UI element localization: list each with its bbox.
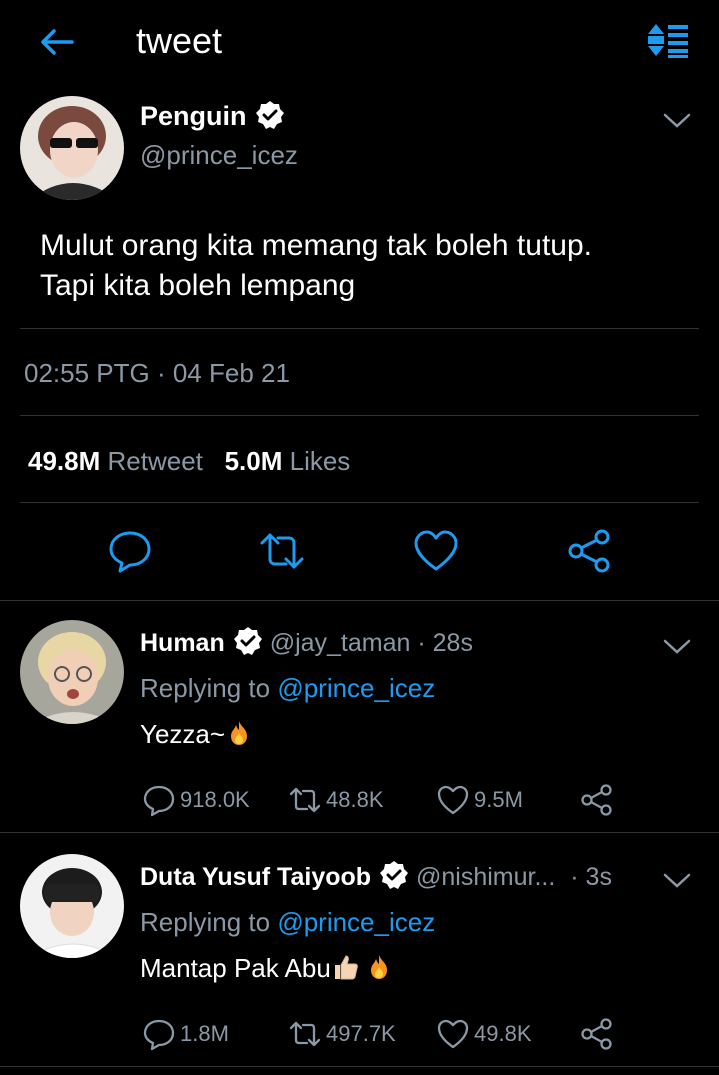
reply-count: 918.0K bbox=[180, 787, 250, 812]
like-icon bbox=[437, 785, 469, 815]
like-button[interactable]: 9.5M bbox=[436, 782, 523, 818]
reply-button[interactable]: 918.0K bbox=[142, 782, 250, 818]
tweet-stats: 49.8M Retweet 5.0M Likes bbox=[28, 446, 350, 477]
retweet-label[interactable]: Retweet bbox=[108, 446, 203, 476]
divider bbox=[0, 600, 719, 601]
reply-text-content: Yezza~ bbox=[140, 719, 226, 749]
divider bbox=[0, 1066, 719, 1067]
divider bbox=[20, 415, 699, 416]
divider bbox=[0, 832, 719, 833]
avatar[interactable] bbox=[20, 96, 124, 200]
author-handle[interactable]: @prince_icez bbox=[140, 140, 298, 171]
reply-text-content: Mantap Pak Abu bbox=[140, 953, 331, 983]
verified-badge-icon bbox=[255, 101, 284, 129]
replying-to: Replying to @prince_icez bbox=[140, 673, 435, 704]
back-arrow-icon[interactable] bbox=[36, 22, 76, 62]
reply-icon[interactable] bbox=[106, 527, 154, 575]
reply-icon bbox=[143, 785, 175, 817]
verified-badge-icon bbox=[380, 861, 409, 889]
reply-count: 1.8M bbox=[180, 1021, 229, 1046]
reply-button[interactable]: 1.8M bbox=[142, 1016, 229, 1052]
chevron-down-icon[interactable] bbox=[662, 870, 692, 890]
fire-emoji-icon bbox=[370, 955, 387, 979]
author-name-text: Penguin bbox=[140, 101, 247, 131]
thumbs-up-emoji-icon bbox=[334, 955, 358, 980]
top-bar: tweet bbox=[0, 0, 719, 84]
divider bbox=[20, 328, 699, 329]
replying-to-link[interactable]: @prince_icez bbox=[277, 673, 435, 703]
share-icon[interactable] bbox=[580, 783, 614, 817]
reply-author[interactable]: Human @jay_taman · 28s bbox=[140, 626, 473, 658]
reply-text: Mantap Pak Abu bbox=[140, 953, 393, 984]
avatar[interactable] bbox=[20, 854, 124, 958]
like-button[interactable]: 49.8K bbox=[436, 1016, 532, 1052]
tweet-text: Mulut orang kita memang tak boleh tutup.… bbox=[40, 226, 700, 306]
divider bbox=[20, 502, 699, 503]
page-title: tweet bbox=[136, 20, 223, 61]
share-icon[interactable] bbox=[566, 527, 614, 575]
retweet-button[interactable]: 497.7K bbox=[288, 1016, 396, 1052]
like-count: 9.5M bbox=[474, 787, 523, 812]
retweet-icon[interactable] bbox=[258, 527, 306, 575]
retweet-count: 48.8K bbox=[326, 787, 384, 812]
tweet-text-line: Tapi kita boleh lempang bbox=[40, 269, 356, 302]
reply-author[interactable]: Duta Yusuf Taiyoob @nishimur... · 3s bbox=[140, 860, 612, 892]
sort-icon[interactable] bbox=[646, 22, 690, 58]
reply-time: · 3s bbox=[570, 863, 612, 891]
like-count[interactable]: 5.0M bbox=[225, 446, 283, 476]
reply-author-name: Human bbox=[140, 629, 225, 657]
reply-time: · 28s bbox=[417, 629, 473, 657]
tweet-text-line: Mulut orang kita memang tak boleh tutup. bbox=[40, 229, 592, 262]
replying-to: Replying to @prince_icez bbox=[140, 907, 435, 938]
reply-text: Yezza~ bbox=[140, 719, 253, 750]
like-count: 49.8K bbox=[474, 1021, 532, 1046]
retweet-icon bbox=[289, 1021, 321, 1047]
replying-to-prefix: Replying to bbox=[140, 673, 278, 703]
reply-author-name: Duta Yusuf Taiyoob bbox=[140, 863, 372, 891]
author-name[interactable]: Penguin bbox=[140, 100, 285, 132]
retweet-count: 497.7K bbox=[326, 1021, 396, 1046]
like-icon[interactable] bbox=[412, 527, 460, 575]
retweet-button[interactable]: 48.8K bbox=[288, 782, 384, 818]
retweet-count[interactable]: 49.8M bbox=[28, 446, 100, 476]
chevron-down-icon[interactable] bbox=[662, 110, 692, 130]
reply-handle: @jay_taman bbox=[269, 629, 411, 657]
retweet-icon bbox=[289, 787, 321, 813]
verified-badge-icon bbox=[233, 627, 262, 655]
like-label[interactable]: Likes bbox=[290, 446, 351, 476]
like-icon bbox=[437, 1019, 469, 1049]
share-icon[interactable] bbox=[580, 1017, 614, 1051]
chevron-down-icon[interactable] bbox=[662, 636, 692, 656]
reply-handle: @nishimur... bbox=[416, 863, 556, 891]
avatar[interactable] bbox=[20, 620, 124, 724]
reply-icon bbox=[143, 1019, 175, 1051]
replying-to-link[interactable]: @prince_icez bbox=[277, 907, 435, 937]
fire-emoji-icon bbox=[231, 721, 248, 745]
tweet-timestamp: 02:55 PTG · 04 Feb 21 bbox=[24, 358, 290, 388]
replying-to-prefix: Replying to bbox=[140, 907, 278, 937]
